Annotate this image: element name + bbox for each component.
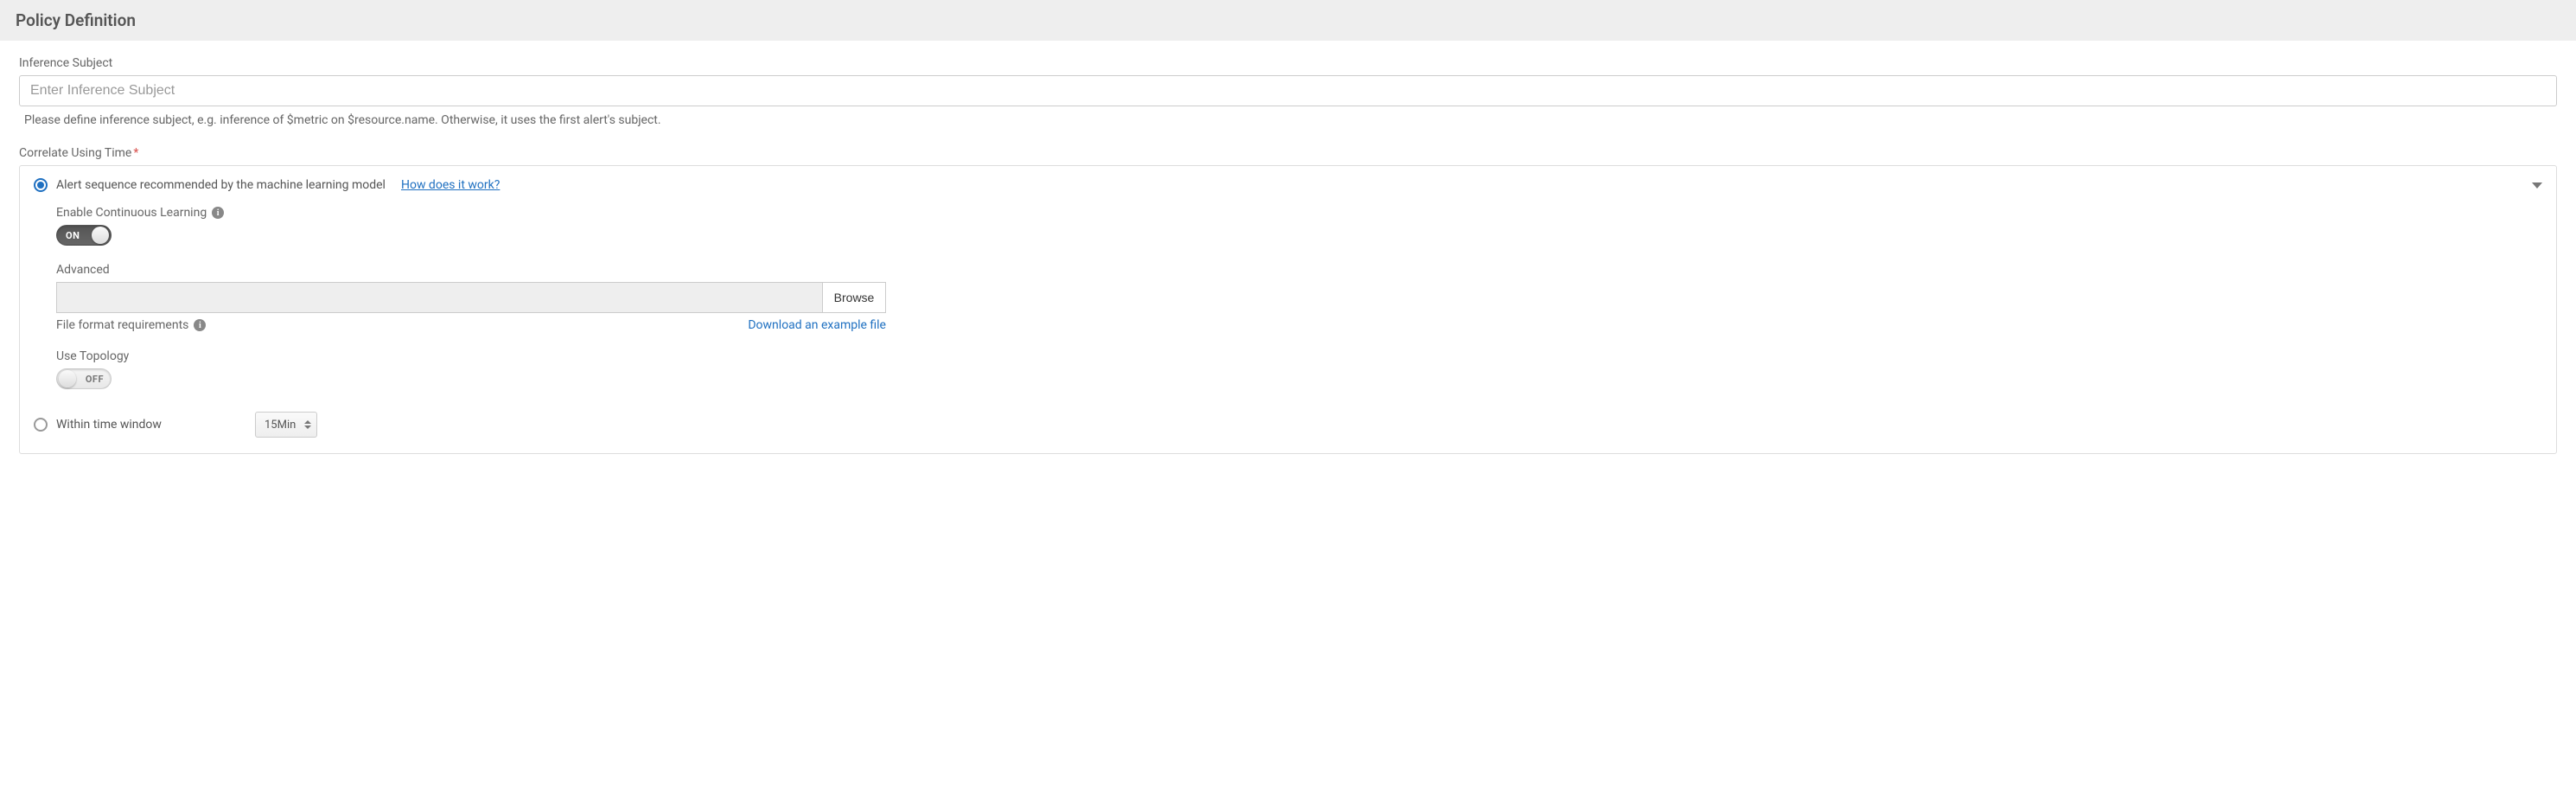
ml-option-details: Enable Continuous Learning i ON Advanced bbox=[34, 206, 2542, 389]
topology-label: Use Topology bbox=[56, 349, 129, 363]
radio-ml-model[interactable] bbox=[34, 178, 48, 192]
file-path-display bbox=[56, 282, 822, 313]
radio-time-window[interactable] bbox=[34, 418, 48, 432]
collapse-caret-icon[interactable] bbox=[2532, 182, 2542, 189]
inference-subject-label: Inference Subject bbox=[19, 56, 2557, 70]
section-body: Inference Subject Please define inferenc… bbox=[0, 41, 2576, 489]
inference-subject-group: Inference Subject Please define inferenc… bbox=[19, 56, 2557, 127]
file-input-row: Browse bbox=[56, 282, 886, 313]
section-header: Policy Definition bbox=[0, 0, 2576, 41]
time-window-select[interactable]: 15Min bbox=[255, 412, 317, 438]
continuous-learning-label: Enable Continuous Learning i bbox=[56, 206, 224, 220]
advanced-label: Advanced bbox=[56, 263, 110, 277]
time-window-label: Within time window bbox=[56, 418, 246, 432]
file-meta-row: File format requirements i Download an e… bbox=[56, 318, 886, 337]
info-icon[interactable]: i bbox=[212, 207, 224, 219]
ml-option-row: Alert sequence recommended by the machin… bbox=[34, 178, 2542, 192]
info-icon[interactable]: i bbox=[194, 319, 206, 331]
topology-toggle[interactable]: OFF bbox=[56, 368, 112, 389]
advanced-block: Advanced Browse File format requirements… bbox=[56, 263, 2542, 337]
file-format-label: File format requirements i bbox=[56, 318, 206, 332]
ml-option-label: Alert sequence recommended by the machin… bbox=[56, 178, 386, 192]
correlate-options-box: Alert sequence recommended by the machin… bbox=[19, 165, 2557, 454]
topology-block: Use Topology OFF bbox=[56, 349, 2542, 389]
required-indicator: * bbox=[133, 146, 138, 160]
browse-button[interactable]: Browse bbox=[822, 282, 886, 313]
continuous-learning-block: Enable Continuous Learning i ON bbox=[56, 206, 2542, 246]
correlate-time-group: Correlate Using Time* Alert sequence rec… bbox=[19, 146, 2557, 454]
section-title: Policy Definition bbox=[16, 10, 2560, 30]
time-window-row: Within time window 15Min bbox=[34, 412, 2542, 438]
download-example-link[interactable]: Download an example file bbox=[748, 318, 886, 337]
inference-subject-input[interactable] bbox=[19, 75, 2557, 106]
correlate-time-label: Correlate Using Time* bbox=[19, 146, 2557, 160]
continuous-learning-toggle[interactable]: ON bbox=[56, 225, 112, 246]
how-does-it-work-link[interactable]: How does it work? bbox=[401, 178, 500, 192]
inference-subject-help: Please define inference subject, e.g. in… bbox=[19, 113, 2557, 127]
